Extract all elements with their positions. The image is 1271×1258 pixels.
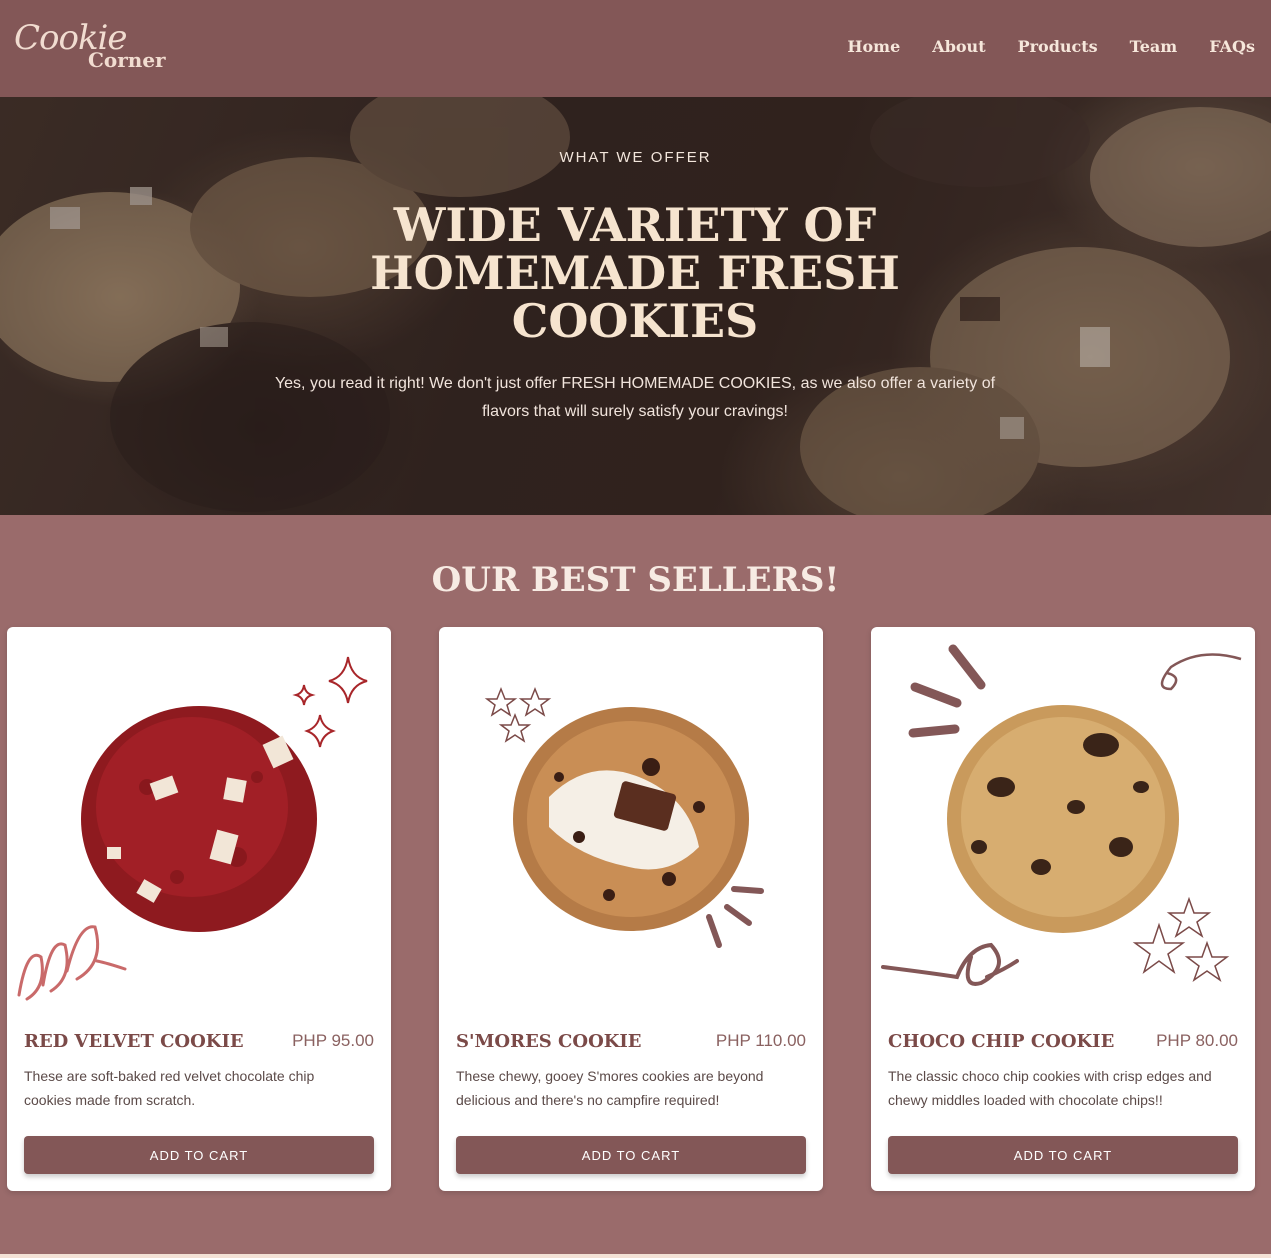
product-name: RED VELVET COOKIE: [24, 1031, 244, 1052]
product-price: PHP 80.00: [1156, 1031, 1238, 1050]
hero-eyebrow: WHAT WE OFFER: [559, 149, 712, 166]
product-name: CHOCO CHIP COOKIE: [888, 1031, 1115, 1052]
add-to-cart-button[interactable]: ADD TO CART: [456, 1136, 806, 1174]
add-to-cart-button[interactable]: ADD TO CART: [888, 1136, 1238, 1174]
best-sellers-title: OUR BEST SELLERS!: [431, 560, 840, 600]
logo-bold-text: Corner: [88, 48, 166, 72]
product-description: These are soft-baked red velvet chocolat…: [24, 1068, 315, 1108]
hero-banner: WHAT WE OFFER WIDE VARIETY OF HOMEMADE F…: [0, 97, 1271, 515]
nav-team-link[interactable]: Team: [1130, 37, 1178, 56]
add-to-cart-button[interactable]: ADD TO CART: [24, 1136, 374, 1174]
nav-about-link[interactable]: About: [932, 37, 985, 56]
product-price: PHP 95.00: [292, 1031, 374, 1050]
product-name: S'MORES COOKIE: [456, 1031, 642, 1052]
smores-cookie-image: [484, 686, 764, 948]
product-card-red-velvet: RED VELVET COOKIE PHP 95.00 These are so…: [7, 627, 391, 1191]
product-description: The classic choco chip cookies with cris…: [888, 1068, 1212, 1108]
hero-description: Yes, you read it right! We don't just of…: [274, 375, 996, 420]
main-nav: Home About Products Team FAQs: [847, 37, 1255, 56]
nav-faqs-link[interactable]: FAQs: [1209, 37, 1255, 56]
product-card-choco-chip: CHOCO CHIP COOKIE PHP 80.00 The classic …: [871, 627, 1255, 1191]
nav-home-link[interactable]: Home: [847, 37, 900, 56]
cookie-corner-logo[interactable]: Cookie Corner: [14, 18, 174, 80]
product-description: These chewy, gooey S'mores cookies are b…: [456, 1068, 764, 1108]
product-price: PHP 110.00: [715, 1031, 806, 1050]
choco-chip-cookie-image: [881, 644, 1242, 986]
product-card-smores: S'MORES COOKIE PHP 110.00 These chewy, g…: [439, 627, 823, 1191]
red-velvet-cookie-image: [17, 656, 368, 1001]
hero-title: WIDE VARIETY OF HOMEMADE FRESH COOKIES: [370, 198, 900, 348]
footer-divider: [0, 1254, 1271, 1258]
site-header: Cookie Corner Home About Products Team F…: [0, 0, 1271, 97]
nav-products-link[interactable]: Products: [1018, 37, 1098, 56]
